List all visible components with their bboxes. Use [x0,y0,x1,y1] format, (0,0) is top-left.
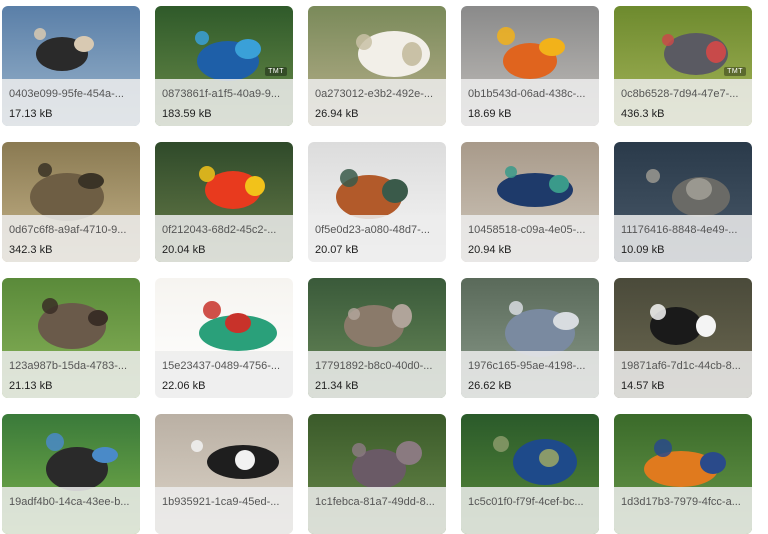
file-name: 0c8b6528-7d94-47e7-... [621,88,739,100]
tile-caption: 1b935921-1ca9-45ed-... [155,487,293,534]
tile-caption: 0c8b6528-7d94-47e7-... 436.3 kB [614,79,752,126]
file-name: 0b1b543d-06ad-438c-... [468,88,586,100]
tile-caption: 15e23437-0489-4756-... 22.06 kB [155,351,293,398]
image-tile[interactable]: 1b935921-1ca9-45ed-... [155,414,293,534]
file-name: 15e23437-0489-4756-... [162,360,281,372]
tile-caption: 1c5c01f0-f79f-4cef-bc... [461,487,599,534]
file-size: 183.59 kB [162,108,212,120]
tile-caption: 0873861f-a1f5-40a9-9... 183.59 kB [155,79,293,126]
image-tile[interactable]: 1d3d17b3-7979-4fcc-a... [614,414,752,534]
file-size: 436.3 kB [621,108,665,120]
file-name: 1976c165-95ae-4198-... [468,360,586,372]
tile-caption: 0f212043-68d2-45c2-... 20.04 kB [155,215,293,262]
tile-caption: 11176416-8848-4e49-... 10.09 kB [614,215,752,262]
tile-caption: 19adf4b0-14ca-43ee-b... [2,487,140,534]
watermark-badge: TMT [724,67,746,76]
file-size: 17.13 kB [9,108,53,120]
file-name: 19871af6-7d1c-44cb-8... [621,360,741,372]
image-tile[interactable]: 19adf4b0-14ca-43ee-b... [2,414,140,534]
file-size: 22.06 kB [162,380,206,392]
tile-caption: 1d3d17b3-7979-4fcc-a... [614,487,752,534]
file-name: 1c5c01f0-f79f-4cef-bc... [468,496,584,508]
file-name: 19adf4b0-14ca-43ee-b... [9,496,130,508]
file-name: 0a273012-e3b2-492e-... [315,88,434,100]
image-tile[interactable]: 1c1febca-81a7-49dd-8... [308,414,446,534]
tile-caption: 10458518-c09a-4e05-... 20.94 kB [461,215,599,262]
file-size: 14.57 kB [621,380,665,392]
file-name: 0403e099-95fe-454a-... [9,88,124,100]
tile-caption: 19871af6-7d1c-44cb-8... 14.57 kB [614,351,752,398]
image-tile[interactable]: 0f212043-68d2-45c2-... 20.04 kB [155,142,293,262]
tile-caption: 0403e099-95fe-454a-... 17.13 kB [2,79,140,126]
file-name: 123a987b-15da-4783-... [9,360,128,372]
image-grid: 0403e099-95fe-454a-... 17.13 kB TMT 0873861… [0,0,768,534]
file-size: 20.94 kB [468,244,512,256]
image-tile[interactable]: TMT 0c8b6528-7d94-47e7-... 436.3 kB [614,6,752,126]
file-size: 21.34 kB [315,380,359,392]
file-name: 1c1febca-81a7-49dd-8... [315,496,435,508]
image-tile[interactable]: TMT 0873861f-a1f5-40a9-9... 183.59 kB [155,6,293,126]
tile-caption: 17791892-b8c0-40d0-... 21.34 kB [308,351,446,398]
image-tile[interactable]: 17791892-b8c0-40d0-... 21.34 kB [308,278,446,398]
file-name: 1b935921-1ca9-45ed-... [162,496,280,508]
image-tile[interactable]: 11176416-8848-4e49-... 10.09 kB [614,142,752,262]
image-tile[interactable]: 0b1b543d-06ad-438c-... 18.69 kB [461,6,599,126]
image-tile[interactable]: 0d67c6f8-a9af-4710-9... 342.3 kB [2,142,140,262]
image-tile[interactable]: 0a273012-e3b2-492e-... 26.94 kB [308,6,446,126]
file-size: 21.13 kB [9,380,53,392]
tile-caption: 0f5e0d23-a080-48d7-... 20.07 kB [308,215,446,262]
file-name: 10458518-c09a-4e05-... [468,224,586,236]
file-size: 20.07 kB [315,244,359,256]
file-size: 20.04 kB [162,244,206,256]
image-tile[interactable]: 123a987b-15da-4783-... 21.13 kB [2,278,140,398]
file-name: 17791892-b8c0-40d0-... [315,360,433,372]
tile-caption: 0a273012-e3b2-492e-... 26.94 kB [308,79,446,126]
tile-caption: 1976c165-95ae-4198-... 26.62 kB [461,351,599,398]
file-size: 26.94 kB [315,108,359,120]
tile-caption: 123a987b-15da-4783-... 21.13 kB [2,351,140,398]
file-size: 18.69 kB [468,108,512,120]
watermark-badge: TMT [265,67,287,76]
tile-caption: 0b1b543d-06ad-438c-... 18.69 kB [461,79,599,126]
file-name: 1d3d17b3-7979-4fcc-a... [621,496,741,508]
image-tile[interactable]: 0403e099-95fe-454a-... 17.13 kB [2,6,140,126]
image-tile[interactable]: 15e23437-0489-4756-... 22.06 kB [155,278,293,398]
image-tile[interactable]: 10458518-c09a-4e05-... 20.94 kB [461,142,599,262]
file-name: 0f5e0d23-a080-48d7-... [315,224,430,236]
image-tile[interactable]: 1976c165-95ae-4198-... 26.62 kB [461,278,599,398]
file-name: 11176416-8848-4e49-... [621,224,738,236]
file-size: 342.3 kB [9,244,53,256]
file-name: 0873861f-a1f5-40a9-9... [162,88,281,100]
image-tile[interactable]: 19871af6-7d1c-44cb-8... 14.57 kB [614,278,752,398]
tile-caption: 1c1febca-81a7-49dd-8... [308,487,446,534]
file-size: 26.62 kB [468,380,512,392]
file-name: 0d67c6f8-a9af-4710-9... [9,224,127,236]
image-tile[interactable]: 0f5e0d23-a080-48d7-... 20.07 kB [308,142,446,262]
image-tile[interactable]: 1c5c01f0-f79f-4cef-bc... [461,414,599,534]
tile-caption: 0d67c6f8-a9af-4710-9... 342.3 kB [2,215,140,262]
file-size: 10.09 kB [621,244,665,256]
file-name: 0f212043-68d2-45c2-... [162,224,277,236]
